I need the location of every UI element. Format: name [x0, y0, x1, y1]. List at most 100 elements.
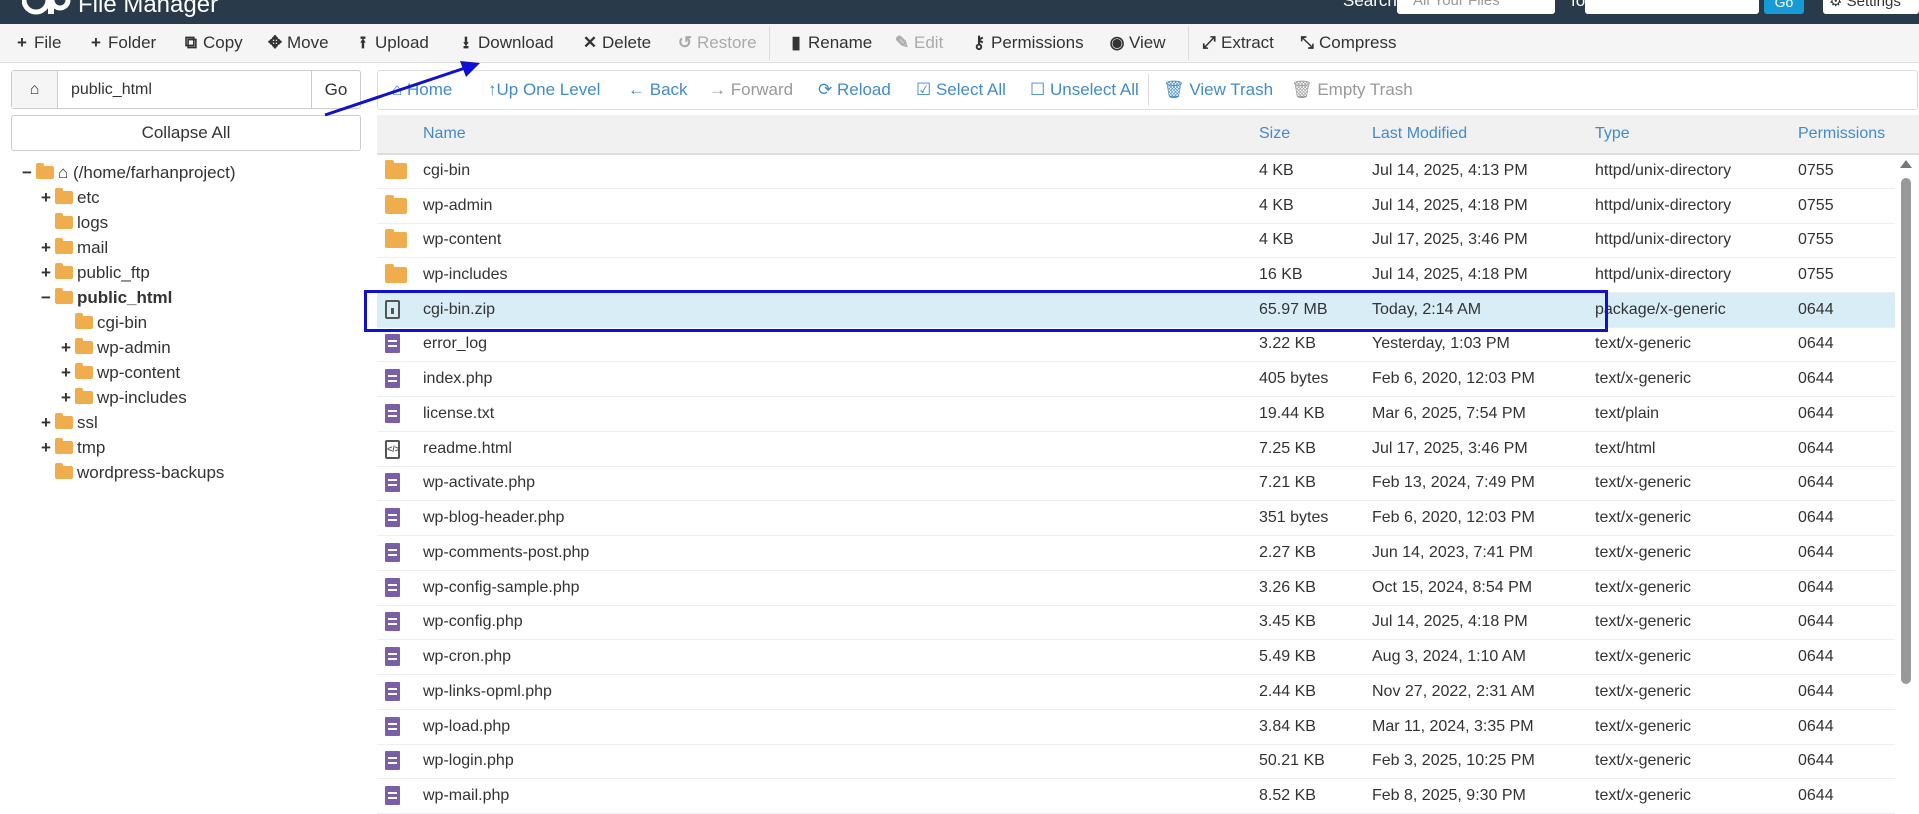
collapse-toggle[interactable]: −	[22, 161, 36, 185]
up-one-level-button[interactable]: ↑Up One Level	[488, 71, 600, 109]
file-permissions: 0644	[1798, 683, 1834, 700]
column-header-modified[interactable]: Last Modified	[1372, 115, 1467, 153]
tree-item-label: mail	[77, 238, 109, 257]
file-name: wp-activate.php	[423, 474, 536, 491]
main-toolbar: + File + Folder ⧉ Copy ✥ Move ⭱ Upload ⭳ Downl…	[0, 24, 1919, 63]
file-size: 3.22 KB	[1259, 335, 1316, 352]
view-trash-button[interactable]: 🗑 View Trash	[1163, 71, 1273, 109]
table-row[interactable]: wp-includes 16 KB Jul 14, 2025, 4:18 PM htt…	[377, 258, 1895, 293]
expand-toggle[interactable]: +	[61, 361, 75, 385]
arrow-right-icon: →	[709, 80, 731, 99]
table-row-selected[interactable]: cgi-bin.zip 65.97 MB Today, 2:14 AM package…	[377, 293, 1895, 328]
column-header-permissions[interactable]: Permissions	[1798, 115, 1885, 153]
extract-button[interactable]: ⤢ Extract	[1200, 24, 1274, 62]
expand-toggle[interactable]: +	[61, 336, 75, 360]
copy-button[interactable]: ⧉ Copy	[182, 24, 243, 62]
expand-toggle[interactable]: +	[61, 386, 75, 410]
reload-button[interactable]: ⟳ Reload	[818, 71, 891, 109]
tree-item-wp-content[interactable]: + wp-content	[61, 361, 180, 385]
expand-toggle[interactable]: +	[41, 186, 55, 210]
unselect-all-button[interactable]: ☐ Unselect All	[1030, 71, 1139, 109]
search-go-button[interactable]: Go	[1764, 0, 1804, 14]
table-row[interactable]: wp-content 4 KB Jul 17, 2025, 3:46 PM httpd…	[377, 223, 1895, 258]
tree-item-public-ftp[interactable]: + public_ftp	[41, 261, 150, 285]
tree-item-ssl[interactable]: + ssl	[41, 411, 98, 435]
restore-button[interactable]: ↺ Restore	[676, 24, 757, 62]
column-header-type[interactable]: Type	[1595, 115, 1630, 153]
edit-button[interactable]: ✎ Edit	[893, 24, 943, 62]
table-row[interactable]: wp-cron.php 5.49 KB Aug 3, 2024, 1:10 AM te…	[377, 640, 1895, 675]
table-row[interactable]: wp-config.php 3.45 KB Jul 14, 2025, 4:18 P…	[377, 605, 1895, 640]
file-permissions: 0755	[1798, 266, 1834, 283]
table-row[interactable]: wp-comments-post.php 2.27 KB Jun 14, 2023,…	[377, 536, 1895, 571]
tree-item-mail[interactable]: + mail	[41, 236, 108, 260]
collapse-all-button[interactable]: Collapse All	[11, 115, 361, 151]
vertical-scrollbar[interactable]	[1900, 160, 1912, 802]
table-row[interactable]: cgi-bin 4 KB Jul 14, 2025, 4:13 PM httpd/un…	[377, 154, 1895, 189]
table-row[interactable]: wp-blog-header.php 351 bytes Feb 6, 2020, …	[377, 501, 1895, 536]
expand-toggle[interactable]: +	[41, 236, 55, 260]
table-row[interactable]: wp-admin 4 KB Jul 14, 2025, 4:18 PM httpd/u…	[377, 189, 1895, 224]
expand-toggle[interactable]: +	[41, 411, 55, 435]
tree-item-label: public_html	[77, 288, 173, 307]
search-scope-select[interactable]: All Your Files	[1397, 0, 1555, 14]
rename-button[interactable]: ▮ Rename	[787, 24, 872, 62]
new-folder-button[interactable]: + Folder	[87, 24, 156, 62]
key-icon: ⚷	[972, 33, 986, 52]
tree-item-cgi-bin[interactable]: cgi-bin	[61, 311, 147, 335]
back-button[interactable]: ← Back	[628, 71, 688, 109]
tree-item-logs[interactable]: logs	[41, 211, 108, 235]
select-all-button[interactable]: ☑ Select All	[916, 71, 1006, 109]
cpanel-logo-icon	[22, 0, 71, 15]
file-permissions: 0644	[1798, 474, 1834, 491]
table-row[interactable]: </> readme.html 7.25 KB Jul 17, 2025, 3:46 …	[377, 432, 1895, 467]
file-size: 3.84 KB	[1259, 718, 1316, 735]
tree-item-wp-admin[interactable]: + wp-admin	[61, 336, 171, 360]
table-row[interactable]: wp-activate.php 7.21 KB Feb 13, 2024, 7:49…	[377, 466, 1895, 501]
scroll-thumb[interactable]	[1901, 178, 1911, 684]
table-row[interactable]: wp-links-opml.php 2.44 KB Nov 27, 2022, 2:…	[377, 675, 1895, 710]
path-input[interactable]: public_html	[71, 71, 152, 108]
expand-toggle[interactable]: +	[41, 261, 55, 285]
text-file-icon	[385, 369, 400, 393]
table-row[interactable]: wp-load.php 3.84 KB Mar 11, 2024, 3:35 PM t…	[377, 710, 1895, 745]
empty-trash-button[interactable]: 🗑 Empty Trash	[1291, 71, 1413, 109]
tree-item-wp-includes[interactable]: + wp-includes	[61, 386, 187, 410]
table-row[interactable]: error_log 3.22 KB Yesterday, 1:03 PM text/x…	[377, 327, 1895, 362]
text-file-icon	[385, 543, 400, 567]
zip-file-icon	[385, 300, 400, 324]
restore-label: Restore	[697, 33, 757, 52]
table-row[interactable]: index.php 405 bytes Feb 6, 2020, 12:03 PM t…	[377, 362, 1895, 397]
scroll-up-arrow-icon[interactable]	[1900, 160, 1912, 168]
view-button[interactable]: ◉ View	[1108, 24, 1166, 62]
new-file-button[interactable]: + File	[13, 24, 61, 62]
file-permissions: 0755	[1798, 231, 1834, 248]
table-row[interactable]: wp-config-sample.php 3.26 KB Oct 15, 2024,…	[377, 571, 1895, 606]
tree-item-home[interactable]: − ⌂ (/home/farhanproject)	[22, 161, 236, 185]
column-header-size[interactable]: Size	[1259, 115, 1290, 153]
tree-item-public-html[interactable]: − public_html	[41, 286, 172, 310]
file-type: text/x-generic	[1595, 474, 1692, 491]
folder-icon	[55, 463, 73, 479]
forward-button[interactable]: → Forward	[709, 71, 793, 109]
settings-button[interactable]: ⚙ Settings	[1823, 0, 1919, 14]
collapse-toggle[interactable]: −	[41, 286, 55, 310]
file-permissions: 0644	[1798, 648, 1834, 665]
select-all-label: Select All	[935, 80, 1006, 99]
tree-item-wordpress-backups[interactable]: wordpress-backups	[41, 461, 224, 485]
delete-button[interactable]: ✕ Delete	[581, 24, 651, 62]
search-input[interactable]	[1585, 0, 1759, 14]
compress-button[interactable]: ⤡ Compress	[1298, 24, 1396, 62]
home-path-button[interactable]: ⌂	[12, 71, 58, 108]
expand-toggle[interactable]: +	[41, 436, 55, 460]
table-row[interactable]: license.txt 19.44 KB Mar 6, 2025, 7:54 PM t…	[377, 397, 1895, 432]
home-icon: ⌂	[58, 163, 73, 182]
table-row[interactable]: wp-mail.php 8.52 KB Feb 8, 2025, 9:30 PM te…	[377, 779, 1895, 814]
file-permissions: 0644	[1798, 335, 1834, 352]
table-row[interactable]: wp-login.php 50.21 KB Feb 3, 2025, 10:25 P…	[377, 744, 1895, 779]
app-title: File Manager	[78, 0, 219, 18]
file-name: wp-links-opml.php	[423, 683, 552, 700]
tree-item-tmp[interactable]: + tmp	[41, 436, 105, 460]
permissions-button[interactable]: ⚷ Permissions	[970, 24, 1084, 62]
tree-item-etc[interactable]: + etc	[41, 186, 100, 210]
